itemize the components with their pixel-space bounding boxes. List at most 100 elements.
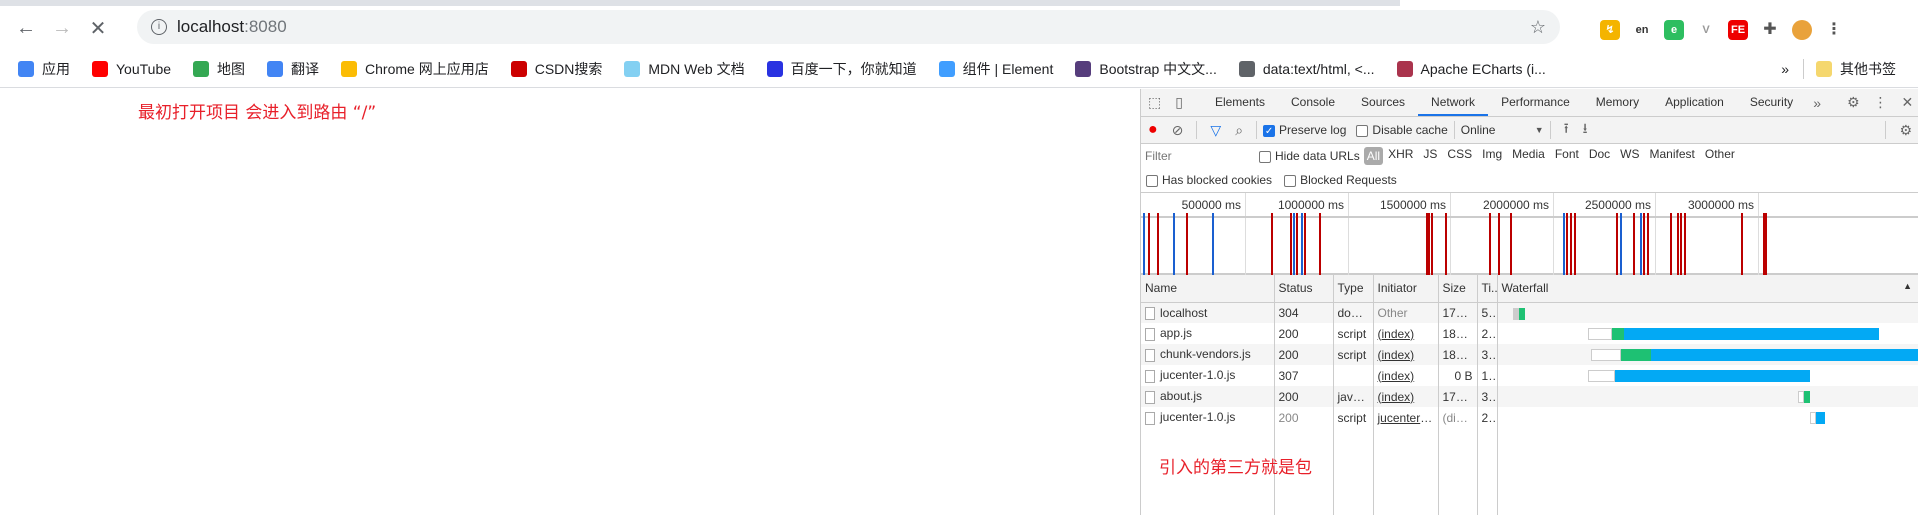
baidu-icon (766, 60, 783, 77)
settings-gear-icon[interactable]: ⚙ (1840, 94, 1867, 111)
tab-sources[interactable]: Sources (1348, 89, 1418, 116)
timeline-request-mark (1563, 213, 1565, 275)
search-icon[interactable]: ⌕ (1228, 122, 1250, 139)
webstore-icon (341, 60, 358, 77)
tab-memory[interactable]: Memory (1583, 89, 1652, 116)
bookmark-item[interactable]: MDN Web 文档 (624, 59, 745, 79)
bookmark-item[interactable]: 翻译 (267, 59, 319, 79)
record-icon[interactable]: ● (1141, 121, 1165, 139)
avatar[interactable] (1792, 20, 1812, 40)
filter-type-css[interactable]: CSS (1442, 147, 1477, 165)
timeline-request-mark (1304, 213, 1306, 275)
bookmark-label: 翻译 (291, 60, 320, 77)
timeline-request-mark (1301, 213, 1303, 275)
more-bookmarks-button[interactable]: » (1781, 61, 1789, 77)
clear-icon[interactable]: ⊘ (1165, 122, 1191, 139)
column-label: Size (1442, 281, 1466, 296)
filter-type-media[interactable]: Media (1507, 147, 1550, 165)
column-header-waterfall[interactable]: Waterfall ▲ (1497, 275, 1918, 303)
translate-ext-icon[interactable]: en (1632, 20, 1652, 40)
back-icon[interactable]: ← (8, 17, 44, 40)
menu-dots-icon[interactable]: ⋮ (1824, 20, 1844, 40)
filter-type-other[interactable]: Other (1700, 147, 1740, 165)
timeline-request-mark (1616, 213, 1618, 275)
customize-dots-icon[interactable]: ⋮ (1867, 94, 1895, 111)
tab-performance[interactable]: Performance (1488, 89, 1583, 116)
url-host: localhost (177, 17, 245, 36)
disable-cache-checkbox[interactable]: Disable cache (1356, 123, 1448, 137)
device-toolbar-icon[interactable]: ▯ (1168, 94, 1190, 111)
bookmark-label: 应用 (42, 60, 70, 77)
more-tabs-icon[interactable]: » (1806, 95, 1828, 111)
filter-type-all[interactable]: All (1363, 147, 1384, 165)
bookmark-item[interactable]: CSDN搜索 (510, 59, 602, 79)
timeline-request-mark (1428, 213, 1430, 275)
other-bookmarks-folder[interactable]: 其他书签 (1816, 59, 1896, 79)
timeline-request-mark (1498, 213, 1500, 275)
filter-icon[interactable]: ▽ (1203, 122, 1228, 139)
timeline-request-mark (1271, 213, 1273, 275)
network-settings-gear-icon[interactable]: ⚙ (1892, 122, 1918, 139)
filter-type-js[interactable]: JS (1418, 147, 1442, 165)
bookmark-item[interactable]: 地图 (193, 59, 245, 79)
preserve-log-checkbox[interactable]: ✓ Preserve log (1263, 123, 1346, 137)
bookmark-item[interactable]: Apache ECharts (i... (1396, 60, 1546, 77)
filter-type-xhr[interactable]: XHR (1383, 147, 1418, 165)
tab-console[interactable]: Console (1278, 89, 1348, 116)
filter-type-font[interactable]: Font (1550, 147, 1584, 165)
inspect-element-icon[interactable]: ⬚ (1141, 94, 1168, 111)
has-blocked-cookies-checkbox[interactable]: Has blocked cookies (1146, 173, 1272, 187)
hide-data-urls-checkbox[interactable]: Hide data URLs (1259, 149, 1360, 163)
bookmark-item[interactable]: YouTube (92, 60, 171, 77)
bookmark-item[interactable]: data:text/html, <... (1238, 60, 1375, 77)
annotation-bottom: 引入的第三方就是包 (1159, 458, 1312, 478)
column-header-initiator[interactable]: Initiator (1373, 275, 1439, 303)
bookmark-item[interactable]: 百度一下，你就知道 (766, 59, 917, 79)
forward-icon[interactable]: → (44, 17, 80, 40)
bookmark-item[interactable]: 组件 | Element (938, 59, 1053, 79)
tab-security[interactable]: Security (1737, 89, 1806, 116)
timeline-request-mark (1640, 213, 1642, 275)
throttle-select[interactable]: Online (1461, 123, 1535, 137)
evernote-icon[interactable]: e (1664, 20, 1684, 40)
bookmark-star-icon[interactable]: ☆ (1530, 17, 1546, 38)
info-icon[interactable]: i (151, 19, 167, 35)
tab-application[interactable]: Application (1652, 89, 1737, 116)
bookmark-label: 地图 (217, 60, 246, 77)
address-bar[interactable]: i localhost:8080 ☆ (137, 10, 1560, 44)
column-header-name[interactable]: Name (1141, 275, 1275, 303)
extension-icon[interactable]: ↯ (1600, 20, 1620, 40)
tab-elements[interactable]: Elements (1202, 89, 1278, 116)
timeline-request-mark (1510, 213, 1512, 275)
column-header-ti[interactable]: Ti... (1477, 275, 1498, 303)
vue-devtools-icon[interactable]: V (1696, 20, 1716, 40)
blocked-requests-checkbox[interactable]: Blocked Requests (1284, 173, 1397, 187)
filter-type-img[interactable]: Img (1477, 147, 1507, 165)
timeline-request-mark (1319, 213, 1321, 275)
other-bookmarks-label: 其他书签 (1840, 60, 1896, 77)
bookmark-item[interactable]: Bootstrap 中文文... (1075, 59, 1217, 79)
youtube-icon (92, 60, 108, 77)
column-header-size[interactable]: Size (1438, 275, 1478, 303)
import-har-icon[interactable]: ⭱ (1557, 118, 1576, 142)
extensions-puzzle-icon[interactable]: ✚ (1760, 20, 1780, 40)
filter-type-ws[interactable]: WS (1615, 147, 1644, 165)
bookmark-item[interactable]: Chrome 网上应用店 (341, 59, 489, 79)
sort-ascending-icon[interactable]: ▲ (1903, 281, 1912, 291)
network-overview-timeline[interactable]: 500000 ms 1000000 ms 1500000 ms 2000000 ms 2… (1141, 193, 1918, 275)
timeline-request-mark (1186, 213, 1188, 275)
timeline-request-mark (1633, 213, 1635, 275)
export-har-icon[interactable]: ⭳ (1576, 118, 1595, 142)
bookmark-item[interactable]: 应用 (18, 59, 70, 79)
fe-helper-icon[interactable]: FE (1728, 20, 1748, 40)
tab-network[interactable]: Network (1418, 89, 1489, 116)
timeline-request-mark (1741, 213, 1743, 275)
stop-icon[interactable]: ✕ (80, 16, 116, 41)
close-devtools-icon[interactable]: ✕ (1895, 94, 1918, 111)
column-header-type[interactable]: Type (1333, 275, 1374, 303)
checkbox-checked-icon: ✓ (1263, 124, 1276, 137)
filter-type-doc[interactable]: Doc (1584, 147, 1615, 165)
column-header-status[interactable]: Status (1274, 275, 1334, 303)
filter-input[interactable] (1145, 147, 1253, 165)
filter-type-manifest[interactable]: Manifest (1645, 147, 1700, 165)
